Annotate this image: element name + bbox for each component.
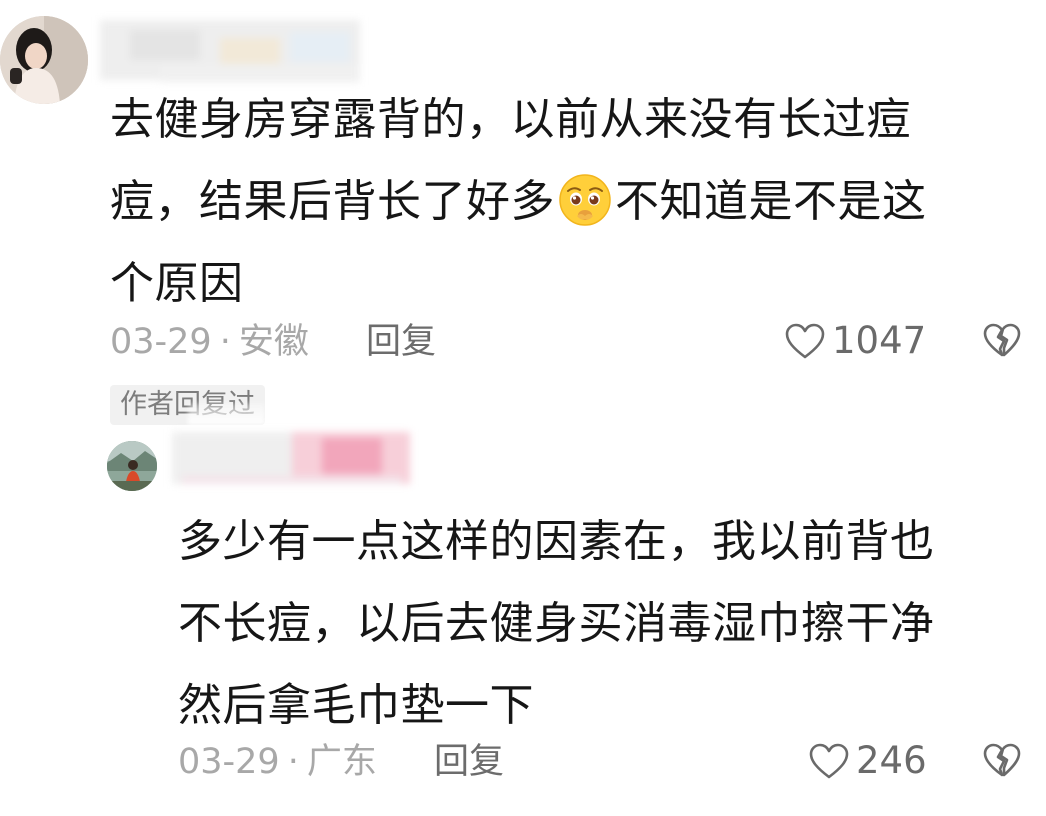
reply-text: 多少有一点这样的因素在，我以前背也 不长痘，以后去健身买消毒湿巾擦干净 然后拿毛… [178,501,1008,747]
reply-dislike-button[interactable] [982,742,1022,778]
author-avatar[interactable] [107,441,157,491]
reply-line-1: 多少有一点这样的因素在，我以前背也 [178,516,935,567]
comment-text: 去健身房穿露背的，以前从来没有长过痘 痘，结果后背长了好多 不知道是不是这 个原… [110,79,990,325]
author-replied-badge: 作者回复过 [110,385,265,425]
reply-like-count: 246 [856,739,927,782]
reply-date: 03-29 [178,742,280,782]
heart-outline-icon [809,743,849,779]
avatar-photo [107,441,157,491]
reply-line-2: 不长痘，以后去健身买消毒湿巾擦干净 [178,598,935,649]
comment-line-2: 痘，结果后背长了好多 不知道是不是这 [110,161,990,243]
comment-line-3: 个原因 [110,258,244,309]
reply-meta: 03-29 · 广东 [178,740,377,784]
pleading-face-emoji-icon [559,174,611,226]
reply-like-button[interactable]: 246 [808,739,927,783]
reply-reply-button[interactable]: 回复 [434,740,504,784]
meta-separator: · [219,322,231,362]
meta-separator: · [287,742,299,782]
avatar-photo [0,16,88,104]
reply-location: 广东 [306,742,377,782]
comment-dislike-button[interactable] [982,322,1022,358]
commenter-avatar[interactable] [0,16,88,104]
comment-meta: 03-29 · 安徽 [110,320,309,364]
badge-blur-overlay [188,403,265,425]
comment-line-1: 去健身房穿露背的，以前从来没有长过痘 [110,94,911,145]
heart-outline-icon [785,323,825,359]
comment-location: 安徽 [238,322,309,362]
comment-reply-button[interactable]: 回复 [366,320,436,364]
comment-like-count: 1047 [832,319,927,362]
comment-date: 03-29 [110,322,212,362]
comment-line-2-text: 痘，结果后背长了好多 [110,176,555,227]
reply-line-3: 然后拿毛巾垫一下 [178,680,534,731]
comment-line-2-tail: 不知道是不是这 [615,176,927,227]
author-name-blurred[interactable] [172,428,412,490]
comment-like-button[interactable]: 1047 [784,319,926,363]
